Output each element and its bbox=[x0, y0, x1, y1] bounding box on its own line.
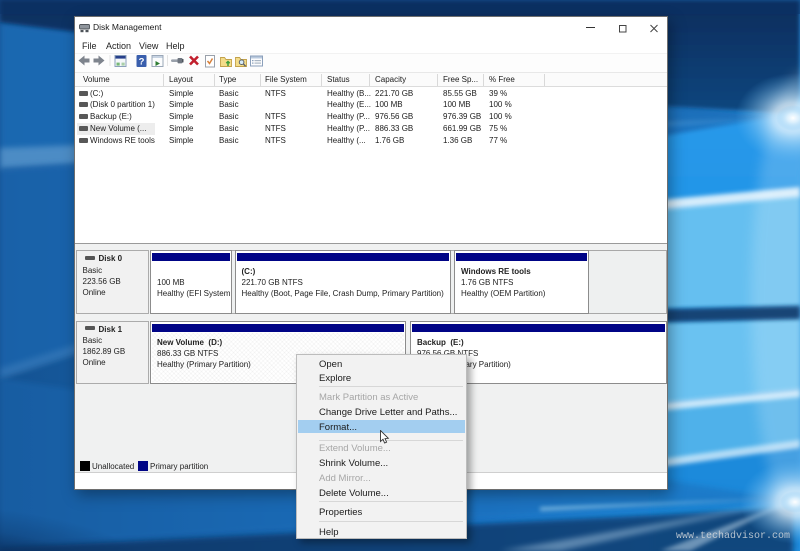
svg-text:?: ? bbox=[139, 57, 145, 68]
